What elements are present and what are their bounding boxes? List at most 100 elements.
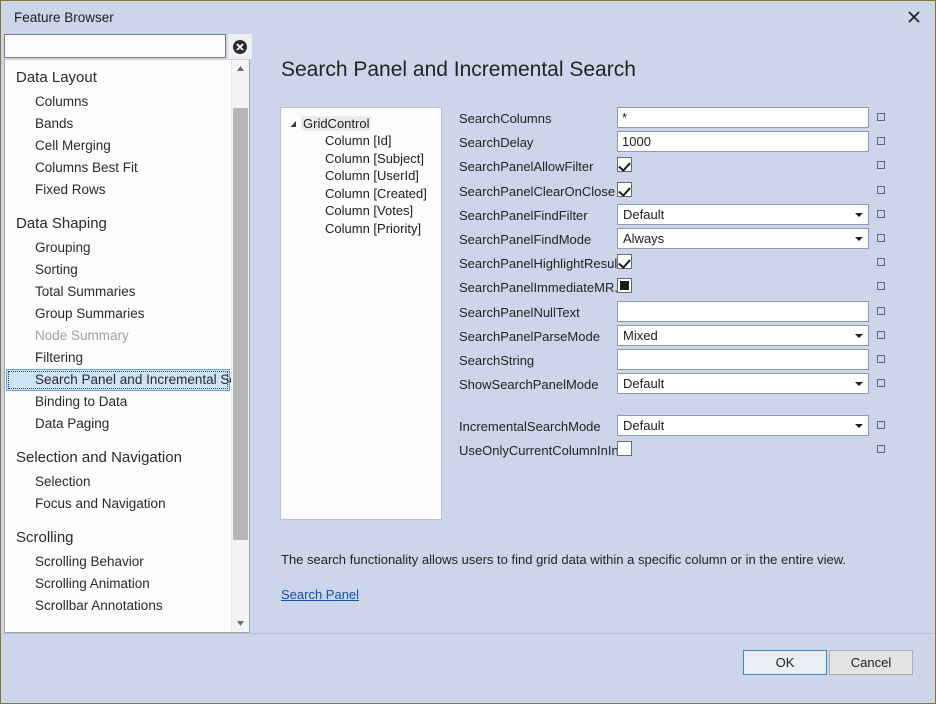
textbox-searchcolumns[interactable] xyxy=(617,107,869,128)
property-binding-marker[interactable] xyxy=(877,258,885,266)
property-row-searchpanelnulltext: SearchPanelNullText xyxy=(459,301,879,325)
sidebar-item-data-paging[interactable]: Data Paging xyxy=(5,413,231,435)
sidebar-item-total-summaries[interactable]: Total Summaries xyxy=(5,281,231,303)
title-bar: Feature Browser xyxy=(1,1,936,34)
checkbox-useonlycurrentcolumninin[interactable] xyxy=(617,441,632,456)
sidebar-item-selection[interactable]: Selection xyxy=(5,471,231,493)
property-label-searchpanelhighlightresults: SearchPanelHighlightResults xyxy=(459,256,627,271)
page-title: Search Panel and Incremental Search xyxy=(281,58,636,82)
sidebar-item-group-summaries[interactable]: Group Summaries xyxy=(5,303,231,325)
property-row-searchdelay: SearchDelay xyxy=(459,131,879,155)
sidebar-item-cell-merging[interactable]: Cell Merging xyxy=(5,135,231,157)
tree-children: Column [Id]Column [Subject]Column [UserI… xyxy=(281,132,441,238)
property-row-searchpanelfindfilter: SearchPanelFindFilterDefault xyxy=(459,204,879,228)
checkbox-searchpanelclearonclose[interactable] xyxy=(617,182,632,197)
property-label-searchcolumns: SearchColumns xyxy=(459,111,552,126)
combobox-value: Default xyxy=(623,376,664,391)
sidebar-item-bands[interactable]: Bands xyxy=(5,113,231,135)
textbox-searchdelay[interactable] xyxy=(617,131,869,152)
property-binding-marker[interactable] xyxy=(877,161,885,169)
tree-item-column[interactable]: Column [UserId] xyxy=(325,167,441,185)
search-panel-link[interactable]: Search Panel xyxy=(281,587,359,602)
tree-root-griddcontrol[interactable]: GridControl xyxy=(289,115,371,131)
sidebar-item-scrolling-behavior[interactable]: Scrolling Behavior xyxy=(5,551,231,573)
property-label-incrementalsearchmode: IncrementalSearchMode xyxy=(459,419,601,434)
scrollbar-thumb[interactable] xyxy=(233,108,248,540)
tree-item-column[interactable]: Column [Created] xyxy=(325,185,441,203)
property-label-searchstring: SearchString xyxy=(459,353,534,368)
property-label-searchpanelnulltext: SearchPanelNullText xyxy=(459,305,580,320)
textbox-searchpanelnulltext[interactable] xyxy=(617,301,869,322)
property-control-wrap xyxy=(617,349,869,370)
window-title: Feature Browser xyxy=(14,10,114,25)
checkbox-searchpanelhighlightresults[interactable] xyxy=(617,254,632,269)
property-binding-marker[interactable] xyxy=(877,186,885,194)
tree-item-column[interactable]: Column [Priority] xyxy=(325,220,441,238)
sidebar-item-grouping[interactable]: Grouping xyxy=(5,237,231,259)
combobox-searchpanelfindmode[interactable]: Always xyxy=(617,228,869,249)
property-binding-marker[interactable] xyxy=(877,331,885,339)
property-binding-marker[interactable] xyxy=(877,379,885,387)
combobox-searchpanelfindfilter[interactable]: Default xyxy=(617,204,869,225)
scroll-up-arrow-icon[interactable] xyxy=(232,60,249,77)
chevron-down-icon[interactable] xyxy=(855,237,863,241)
checkbox-searchpanelimmediatemr[interactable] xyxy=(617,278,632,293)
sidebar-item-fixed-rows[interactable]: Fixed Rows xyxy=(5,179,231,201)
property-binding-marker[interactable] xyxy=(877,234,885,242)
combobox-incrementalsearchmode[interactable]: Default xyxy=(617,415,869,436)
tree-item-column[interactable]: Column [Votes] xyxy=(325,202,441,220)
close-icon[interactable] xyxy=(891,1,936,33)
sidebar-item-columns[interactable]: Columns xyxy=(5,91,231,113)
cancel-button[interactable]: Cancel xyxy=(829,650,913,675)
chevron-down-icon[interactable] xyxy=(855,213,863,217)
sidebar-item-focus-and-navigation[interactable]: Focus and Navigation xyxy=(5,493,231,515)
property-gap xyxy=(459,397,879,415)
property-label-searchpanelclearonclose: SearchPanelClearOnClose xyxy=(459,184,615,199)
property-binding-marker[interactable] xyxy=(877,355,885,363)
property-binding-marker[interactable] xyxy=(877,421,885,429)
property-binding-marker[interactable] xyxy=(877,210,885,218)
sidebar-item-binding-to-data[interactable]: Binding to Data xyxy=(5,391,231,413)
sidebar-item-sorting[interactable]: Sorting xyxy=(5,259,231,281)
checkbox-searchpanelallowfilter[interactable] xyxy=(617,157,632,172)
property-binding-marker[interactable] xyxy=(877,445,885,453)
property-label-useonlycurrentcolumninin: UseOnlyCurrentColumnInIn... xyxy=(459,443,630,458)
ok-button[interactable]: OK xyxy=(743,650,827,675)
combobox-showsearchpanelmode[interactable]: Default xyxy=(617,373,869,394)
sidebar-item-list: Data LayoutColumnsBandsCell MergingColum… xyxy=(5,60,231,633)
search-input[interactable] xyxy=(4,34,226,58)
property-row-searchpanelimmediatemr: SearchPanelImmediateMR... xyxy=(459,276,879,300)
property-control-wrap xyxy=(617,276,632,293)
sidebar-item-columns-best-fit[interactable]: Columns Best Fit xyxy=(5,157,231,179)
dialog-footer: OK Cancel xyxy=(2,633,936,702)
sidebar-item-scrollbar-annotations[interactable]: Scrollbar Annotations xyxy=(5,595,231,617)
tree-item-column[interactable]: Column [Id] xyxy=(325,132,441,150)
combobox-searchpanelparsemode[interactable]: Mixed xyxy=(617,325,869,346)
combobox-value: Default xyxy=(623,418,664,433)
tree-expanded-arrow-icon[interactable] xyxy=(289,116,301,131)
property-label-showsearchpanelmode: ShowSearchPanelMode xyxy=(459,377,598,392)
chevron-down-icon[interactable] xyxy=(855,424,863,428)
sidebar-item-filtering[interactable]: Filtering xyxy=(5,347,231,369)
sidebar-item-scrolling-animation[interactable]: Scrolling Animation xyxy=(5,573,231,595)
property-control-wrap xyxy=(617,155,632,172)
sidebar-spacer xyxy=(5,617,231,627)
property-binding-marker[interactable] xyxy=(877,282,885,290)
chevron-down-icon[interactable] xyxy=(855,382,863,386)
description-text: The search functionality allows users to… xyxy=(281,552,846,567)
sidebar-scrollbar[interactable] xyxy=(231,60,249,632)
property-binding-marker[interactable] xyxy=(877,137,885,145)
textbox-searchstring[interactable] xyxy=(617,349,869,370)
tree-item-column[interactable]: Column [Subject] xyxy=(325,150,441,168)
property-binding-marker[interactable] xyxy=(877,307,885,315)
sidebar-group-selection-and-navigation: Selection and Navigation xyxy=(5,445,231,471)
property-binding-marker[interactable] xyxy=(877,113,885,121)
sidebar-item-search-panel-and-incremental-search[interactable]: Search Panel and Incremental Search xyxy=(6,369,230,391)
clear-circle-icon[interactable] xyxy=(228,34,252,59)
chevron-down-icon[interactable] xyxy=(855,334,863,338)
sidebar-group-scrolling: Scrolling xyxy=(5,525,231,551)
property-control-wrap: Always xyxy=(617,228,869,249)
scroll-down-arrow-icon[interactable] xyxy=(232,615,249,632)
property-control-wrap xyxy=(617,252,632,269)
combobox-value: Mixed xyxy=(623,328,658,343)
